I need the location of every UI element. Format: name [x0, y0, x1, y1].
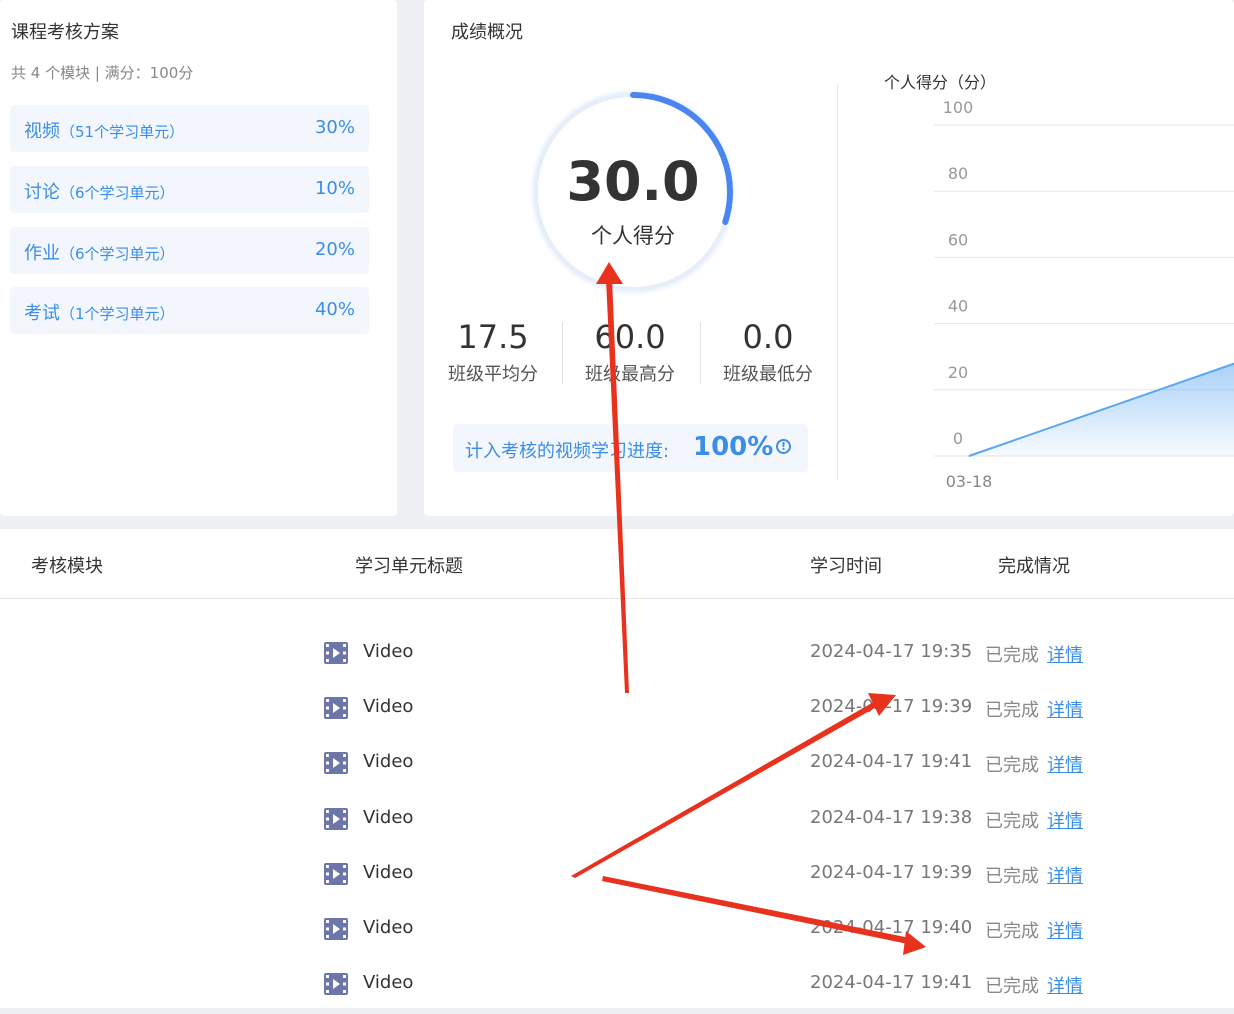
- module-discussion[interactable]: 讨论（6个学习单元） 10%: [10, 166, 369, 213]
- learning-records-table: 考核模块 学习单元标题 学习时间 完成情况 Video 2024-04-17 19…: [0, 529, 1234, 1008]
- detail-link[interactable]: 详情: [1047, 751, 1083, 777]
- module-units: （6个学习单元）: [60, 245, 175, 263]
- unit-title: Video: [363, 751, 414, 773]
- stat-label: 班级最高分: [585, 364, 675, 385]
- table-row: Video 2024-04-17 19:41 已完成 详情: [0, 959, 1234, 1014]
- column-header-unit-title: 学习单元标题: [355, 556, 463, 577]
- study-time: 2024-04-17 19:39: [810, 696, 973, 718]
- unit-title: Video: [363, 861, 414, 883]
- y-tick-label: 0: [953, 429, 963, 448]
- video-icon: [324, 697, 348, 720]
- completion-status: 已完成: [985, 976, 1039, 998]
- score-ring: 30.0 个人得分: [527, 86, 739, 298]
- column-header-study-time: 学习时间: [810, 556, 882, 577]
- y-tick-label: 60: [948, 230, 968, 249]
- study-time: 2024-04-17 19:41: [810, 751, 973, 773]
- detail-link[interactable]: 详情: [1047, 807, 1083, 833]
- video-icon: [324, 752, 348, 775]
- stat-value: 60.0: [594, 318, 666, 356]
- score-overview-card: 成绩概况 30.0 个人得分 17.5 班级平均分 60.0 班级最高分 0.0…: [424, 0, 1234, 516]
- module-weight: 40%: [314, 299, 355, 320]
- module-exam[interactable]: 考试（1个学习单元） 40%: [10, 287, 369, 334]
- stat-value: 0.0: [742, 318, 794, 356]
- table-row: Video 2024-04-17 19:39 已完成 详情: [0, 683, 1234, 738]
- module-weight: 10%: [314, 178, 355, 199]
- unit-title: Video: [363, 972, 414, 994]
- module-units: （1个学习单元）: [60, 305, 175, 323]
- completion-status: 已完成: [985, 755, 1039, 777]
- study-time: 2024-04-17 19:40: [810, 917, 973, 938]
- completion-status: 已完成: [985, 700, 1039, 722]
- overview-divider: [837, 85, 838, 480]
- video-icon: [324, 807, 348, 830]
- personal-score-label: 个人得分: [591, 224, 675, 248]
- completion-status: 已完成: [985, 810, 1039, 832]
- table-row: Video 2024-04-17 19:38 已完成 详情: [0, 794, 1234, 849]
- detail-link[interactable]: 详情: [1047, 641, 1083, 667]
- x-tick-label: 03-18: [946, 472, 993, 491]
- detail-link[interactable]: 详情: [1047, 862, 1083, 888]
- table-row: Video 2024-04-17 19:35 已完成 详情: [0, 628, 1234, 683]
- stat-highest: 60.0 班级最高分: [565, 318, 695, 386]
- video-icon: [324, 642, 348, 664]
- table-row: Video 2024-04-17 19:40 已完成 详情: [0, 904, 1234, 959]
- completion-status: 已完成: [985, 921, 1039, 942]
- column-header-completion: 完成情况: [998, 556, 1070, 577]
- unit-title: Video: [363, 696, 414, 718]
- detail-link[interactable]: 详情: [1047, 972, 1083, 998]
- table-row: Video 2024-04-17 19:41 已完成 详情: [0, 738, 1234, 793]
- completion-status: 已完成: [985, 865, 1039, 887]
- module-units: （51个学习单元）: [60, 123, 185, 141]
- video-progress-label: 计入考核的视频学习进度:: [465, 441, 670, 462]
- video-icon: [324, 918, 348, 940]
- y-tick-label: 80: [948, 164, 968, 183]
- completion-status: 已完成: [985, 645, 1039, 666]
- plan-summary: 共 4 个模块 | 满分：100分: [11, 64, 194, 82]
- y-tick-label: 40: [948, 297, 968, 316]
- series-point: [968, 455, 970, 457]
- video-progress-banner: 计入考核的视频学习进度: 100% !: [453, 424, 808, 472]
- stat-average: 17.5 班级平均分: [428, 318, 558, 386]
- module-weight: 30%: [314, 117, 355, 138]
- stat-lowest: 0.0 班级最低分: [703, 318, 833, 386]
- module-name: 视频: [24, 121, 60, 142]
- stat-label: 班级平均分: [448, 364, 538, 385]
- module-video[interactable]: 视频（51个学习单元） 30%: [10, 105, 369, 152]
- plan-title: 课程考核方案: [11, 22, 119, 43]
- module-units: （6个学习单元）: [60, 184, 175, 202]
- stat-value: 17.5: [457, 318, 529, 356]
- column-header-module: 考核模块: [31, 556, 103, 577]
- unit-title: Video: [363, 641, 414, 662]
- assessment-plan-card: 课程考核方案 共 4 个模块 | 满分：100分 视频（51个学习单元） 30%…: [0, 0, 397, 516]
- study-time: 2024-04-17 19:41: [810, 972, 973, 994]
- personal-score: 30.0: [566, 150, 700, 213]
- stat-label: 班级最低分: [723, 364, 813, 385]
- module-name: 讨论: [24, 182, 60, 203]
- study-time: 2024-04-17 19:35: [810, 641, 973, 662]
- table-header-divider: [0, 598, 1234, 599]
- detail-link[interactable]: 详情: [1047, 917, 1083, 943]
- module-homework[interactable]: 作业（6个学习单元） 20%: [10, 227, 369, 274]
- module-weight: 20%: [314, 239, 355, 260]
- video-progress-value: 100%: [693, 432, 774, 462]
- detail-link[interactable]: 详情: [1047, 696, 1083, 722]
- overview-title: 成绩概况: [451, 22, 523, 43]
- module-name: 作业: [24, 243, 60, 264]
- study-time: 2024-04-17 19:38: [810, 806, 973, 828]
- unit-title: Video: [363, 917, 414, 938]
- stat-divider: [562, 322, 563, 384]
- stat-divider: [700, 322, 701, 384]
- module-name: 考试: [24, 303, 60, 324]
- video-icon: [324, 862, 348, 885]
- info-icon[interactable]: !: [776, 439, 791, 454]
- table-row: Video 2024-04-17 19:39 已完成 详情: [0, 849, 1234, 904]
- score-trend-chart: 0 20 40 60 80 100 03-18: [934, 98, 1234, 491]
- unit-title: Video: [363, 806, 414, 828]
- y-tick-label: 20: [948, 363, 968, 382]
- y-tick-label: 100: [943, 98, 974, 117]
- video-icon: [324, 973, 348, 996]
- study-time: 2024-04-17 19:39: [810, 861, 973, 883]
